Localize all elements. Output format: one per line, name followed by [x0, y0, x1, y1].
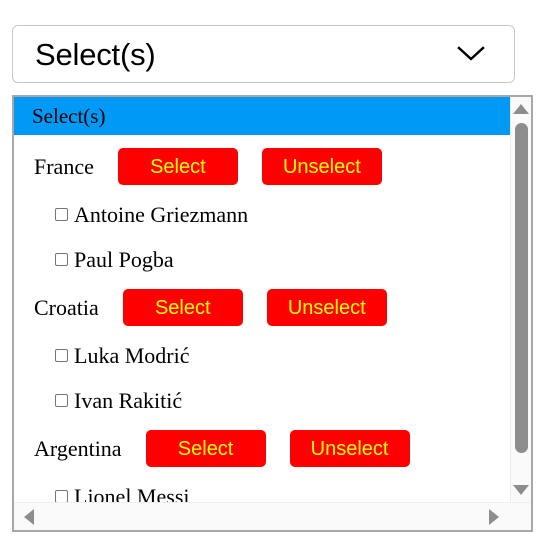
panel-header-label: Select(s)	[32, 103, 106, 128]
scroll-left-button[interactable]	[18, 503, 40, 530]
dropdown-panel: Select(s) France Select Unselect Antoine…	[12, 95, 533, 532]
group-row: France Select Unselect	[14, 141, 510, 192]
scroll-up-button[interactable]	[511, 100, 531, 118]
triangle-right-icon	[489, 508, 499, 525]
option-checkbox[interactable]	[55, 208, 68, 221]
option-checkbox[interactable]	[55, 253, 68, 266]
combobox-value: Select(s)	[35, 36, 156, 72]
option-checkbox[interactable]	[55, 349, 68, 362]
group-select-button[interactable]: Select	[122, 289, 243, 326]
list-item[interactable]: Antoine Griezmann	[14, 192, 510, 237]
option-label: Paul Pogba	[74, 246, 174, 272]
option-label: Luka Modrić	[74, 342, 190, 368]
scroll-down-button[interactable]	[511, 481, 531, 499]
group-unselect-button[interactable]: Unselect	[266, 289, 387, 326]
triangle-up-icon	[513, 104, 529, 114]
triangle-left-icon	[24, 508, 34, 525]
group-select-button[interactable]: Select	[145, 430, 266, 467]
option-label: Ivan Rakitić	[74, 387, 183, 413]
triangle-down-icon	[513, 485, 529, 495]
multiselect-combobox[interactable]: Select(s)	[12, 25, 515, 83]
group-unselect-button[interactable]: Unselect	[289, 430, 410, 467]
options-viewport: Select(s) France Select Unselect Antoine…	[14, 97, 510, 502]
option-label: Lionel Messi	[74, 483, 190, 503]
option-label: Antoine Griezmann	[74, 201, 249, 227]
group-row: Croatia Select Unselect	[14, 282, 510, 333]
group-label: Argentina	[34, 435, 122, 461]
panel-header[interactable]: Select(s)	[14, 97, 510, 135]
group-row: Argentina Select Unselect	[14, 423, 510, 474]
list-item[interactable]: Ivan Rakitić	[14, 378, 510, 423]
horizontal-scrollbar[interactable]	[14, 502, 531, 530]
group-unselect-button[interactable]: Unselect	[261, 148, 382, 185]
group-label: France	[34, 153, 94, 179]
list-item[interactable]: Luka Modrić	[14, 333, 510, 378]
option-checkbox[interactable]	[55, 490, 68, 502]
list-item[interactable]: Paul Pogba	[14, 237, 510, 282]
group-select-button[interactable]: Select	[117, 148, 238, 185]
group-label: Croatia	[34, 294, 99, 320]
list-item[interactable]: Lionel Messi	[14, 474, 510, 502]
scroll-right-button[interactable]	[483, 503, 505, 530]
vertical-scrollbar[interactable]	[510, 97, 531, 502]
vertical-scrollbar-thumb[interactable]	[515, 123, 528, 453]
option-group-list: France Select Unselect Antoine Griezmann…	[14, 135, 510, 502]
option-checkbox[interactable]	[55, 394, 68, 407]
chevron-down-icon[interactable]	[456, 45, 486, 63]
